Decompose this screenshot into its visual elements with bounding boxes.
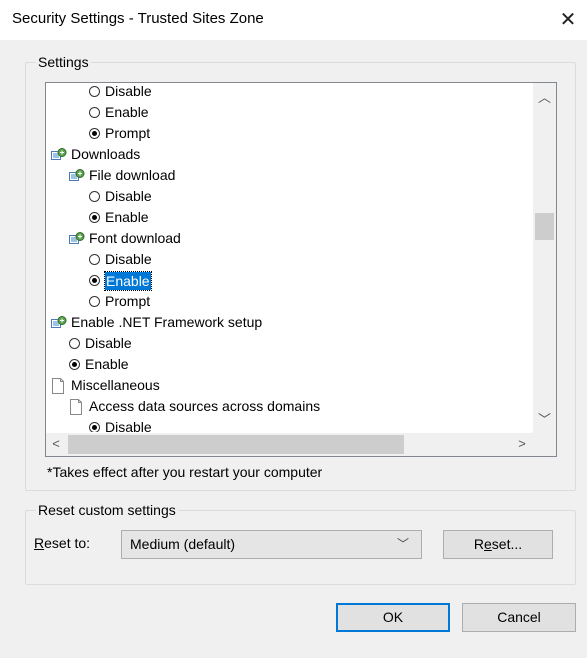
title-bar: Security Settings - Trusted Sites Zone ✕ [0,0,587,40]
radio-checked-icon[interactable] [89,212,100,223]
scroll-left-icon[interactable]: < [46,436,66,451]
category-label: Downloads [71,146,141,162]
reset-level-value: Medium (default) [130,536,236,552]
radio-option[interactable]: Enable [89,270,152,291]
settings-group-label: Settings [36,54,91,70]
window-title: Security Settings - Trusted Sites Zone [12,10,264,27]
tree-category[interactable]: Enable .NET Framework setup [51,312,262,333]
radio-unchecked-icon[interactable] [89,254,100,265]
radio-option[interactable]: Enable [89,102,149,123]
chevron-down-icon: ﹀ [396,537,409,551]
scroll-up-icon[interactable]: ︿ [533,87,556,106]
category-label: Enable .NET Framework setup [71,314,263,330]
scroll-right-icon[interactable]: > [512,436,532,451]
radio-unchecked-icon[interactable] [89,296,100,307]
radio-label: Disable [105,251,152,267]
category-label: Font download [89,230,181,246]
radio-label: Disable [105,419,152,432]
radio-unchecked-icon[interactable] [69,338,80,349]
restart-note: *Takes effect after you restart your com… [47,464,323,480]
tree-document-item[interactable]: Miscellaneous [51,375,160,396]
reset-to-label: Reset to: [34,535,91,551]
document-label: Miscellaneous [71,377,160,393]
ok-button[interactable]: OK [336,603,450,632]
radio-option[interactable]: Disable [89,249,152,270]
radio-checked-icon[interactable] [89,275,100,286]
radio-label: Disable [105,188,152,204]
vertical-scroll-thumb[interactable] [535,213,554,240]
tree-category[interactable]: Font download [69,228,181,249]
radio-option[interactable]: Disable [69,333,132,354]
category-label: File download [89,167,176,183]
radio-checked-icon[interactable] [89,422,100,432]
document-label: Access data sources across domains [89,398,321,414]
radio-option[interactable]: Prompt [89,123,150,144]
cancel-button[interactable]: Cancel [462,603,576,632]
radio-label: Enable [85,356,129,372]
radio-label: Enable [105,209,149,225]
radio-label: Enable [105,104,149,120]
radio-label: Disable [105,83,152,99]
radio-option[interactable]: Disable [89,186,152,207]
radio-unchecked-icon[interactable] [89,191,100,202]
reset-button[interactable]: Reset... [443,530,553,559]
horizontal-scroll-thumb[interactable] [68,435,404,454]
settings-tree-listbox[interactable]: Disable Enable Prompt Downloads File downloa… [45,82,557,457]
tree-category[interactable]: File download [69,165,175,186]
settings-category-icon [51,315,71,330]
settings-category-icon [69,231,89,246]
radio-unchecked-icon[interactable] [89,86,100,97]
settings-category-icon [51,147,71,162]
radio-label: Prompt [105,293,151,309]
document-icon [51,377,71,394]
radio-option[interactable]: Prompt [89,291,150,312]
scrollbar-corner [532,432,556,456]
radio-option[interactable]: Disable [89,417,152,432]
vertical-scrollbar[interactable]: ︿ ﹀ [533,83,556,432]
scroll-down-icon[interactable]: ﹀ [533,409,556,428]
tree-category[interactable]: Downloads [51,144,140,165]
radio-label: Prompt [105,125,151,141]
radio-checked-icon[interactable] [89,128,100,139]
reset-group-label: Reset custom settings [36,502,178,518]
radio-option[interactable]: Enable [69,354,129,375]
radio-label: Disable [85,335,132,351]
reset-level-select[interactable]: Medium (default) ﹀ [121,530,422,559]
radio-unchecked-icon[interactable] [89,107,100,118]
settings-tree: Disable Enable Prompt Downloads File downloa… [46,83,532,432]
tree-document-item[interactable]: Access data sources across domains [69,396,320,417]
settings-category-icon [69,168,89,183]
close-icon[interactable]: ✕ [549,0,587,40]
horizontal-scrollbar[interactable]: < > [46,433,532,456]
radio-option[interactable]: Disable [89,83,152,102]
radio-option[interactable]: Enable [89,207,149,228]
document-icon [69,398,89,415]
radio-label: Enable [104,270,152,291]
radio-checked-icon[interactable] [69,359,80,370]
